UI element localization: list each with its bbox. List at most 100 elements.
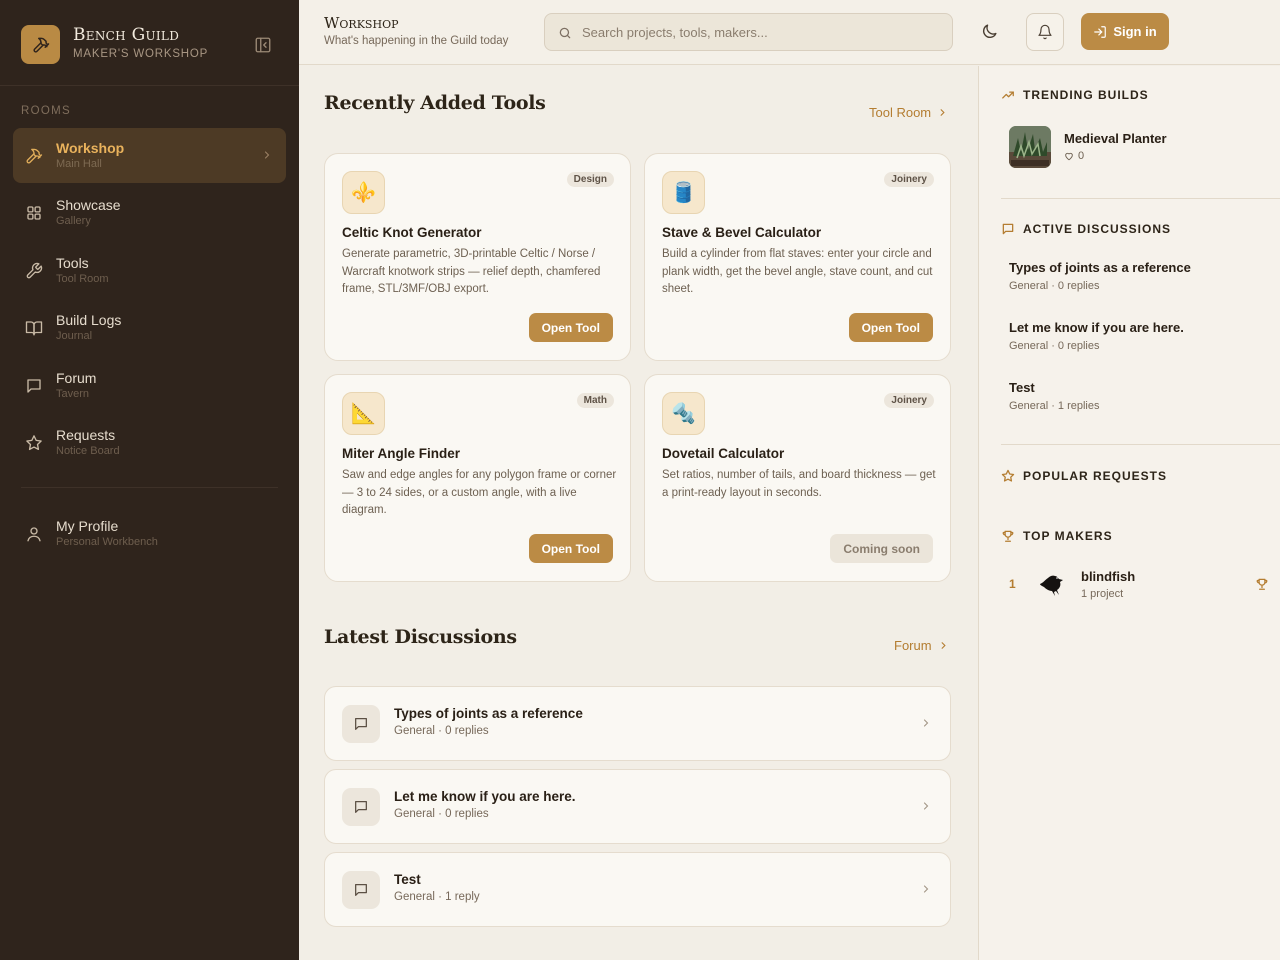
popular-requests-heading: POPULAR REQUESTS [1001, 469, 1167, 483]
sidebar-item-label: My Profile [56, 518, 119, 534]
build-name[interactable]: Medieval Planter [1064, 131, 1167, 146]
maker-avatar[interactable] [1036, 566, 1068, 598]
sidebar-item-build-logs[interactable]: Build Logs Journal [13, 300, 286, 355]
active-discussions-heading: ACTIVE DISCUSSIONS [1001, 222, 1171, 236]
book-icon [25, 319, 43, 337]
discussion-item[interactable]: Let me know if you are here. General · 0… [324, 769, 951, 844]
open-tool-button[interactable]: Open Tool [848, 313, 933, 342]
tool-tag: Design [566, 172, 614, 187]
sidebar-item-forum[interactable]: Forum Tavern [13, 358, 286, 413]
tool-room-link[interactable]: Tool Room [869, 105, 948, 120]
hammer-icon [25, 147, 43, 165]
tool-name: Stave & Bevel Calculator [662, 225, 822, 240]
sidebar-divider [21, 487, 278, 488]
likes-count: 0 [1078, 150, 1085, 162]
rooms-label: ROOMS [21, 105, 71, 117]
tool-tag: Joinery [884, 172, 934, 187]
maker-projects: 1 project [1081, 588, 1124, 600]
chevron-right-icon [920, 883, 932, 895]
open-tool-button[interactable]: Open Tool [528, 313, 613, 342]
chat-icon [1001, 222, 1015, 236]
sidebar-item-sub: Journal [56, 330, 93, 342]
notifications-button[interactable] [1026, 13, 1064, 51]
main-content: Recently Added Tools Tool Room ⚜️ Design… [299, 66, 978, 960]
star-icon [1001, 469, 1015, 483]
tool-description: Build a cylinder from flat staves: enter… [662, 248, 933, 295]
barrel-icon: 🛢️ [662, 171, 705, 214]
search-bar[interactable] [544, 13, 953, 51]
heading-label: ACTIVE DISCUSSIONS [1023, 222, 1172, 236]
sidebar-item-showcase[interactable]: Showcase Gallery [13, 185, 286, 240]
chevron-right-icon [940, 109, 945, 116]
discussion-item[interactable]: Types of joints as a reference General ·… [324, 686, 951, 761]
build-likes: 0 [1064, 150, 1084, 162]
sidebar-item-tools[interactable]: Tools Tool Room [13, 243, 286, 298]
sidebar-item-label: Forum [56, 370, 97, 386]
trophy-icon [1001, 529, 1015, 543]
discussion-meta: General · 0 replies [394, 725, 489, 737]
star-icon [25, 434, 43, 452]
trending-builds-heading: TRENDING BUILDS [1001, 88, 1149, 102]
forum-link-label: Forum [894, 638, 932, 653]
chevron-right-icon [261, 149, 273, 161]
heart-icon [1065, 152, 1073, 161]
discussion-title: Let me know if you are here. [1009, 320, 1184, 335]
brand-name: Bench Guild [73, 25, 180, 45]
right-panel: TRENDING BUILDS Medieval Planter 0 ACTIV… [978, 66, 1280, 960]
tool-name: Celtic Knot Generator [342, 225, 482, 240]
brand-tagline: MAKER'S WORKSHOP [73, 48, 209, 60]
sidebar-item-sub: Notice Board [56, 445, 120, 457]
discussion-title: Types of joints as a reference [394, 706, 583, 721]
chevron-right-icon [920, 717, 932, 729]
sidebar-item-label: Build Logs [56, 312, 122, 328]
tools-section-title: Recently Added Tools [324, 92, 546, 114]
trophy-icon [1255, 577, 1269, 591]
top-makers-heading: TOP MAKERS [1001, 529, 1113, 543]
sidebar-item-sub: Main Hall [56, 158, 102, 170]
coming-soon-button: Coming soon [830, 534, 933, 563]
panel-divider [1001, 444, 1280, 445]
brand-logo[interactable] [21, 25, 60, 64]
tool-description: Generate parametric, 3D-printable Celtic… [342, 248, 601, 295]
tool-description: Saw and edge angles for any polygon fram… [342, 469, 617, 516]
trending-up-icon [1001, 88, 1015, 102]
collapse-sidebar-icon[interactable] [254, 36, 272, 54]
sidebar-item-label: Workshop [56, 140, 125, 156]
sidebar-item-label: Requests [56, 427, 116, 443]
nut-and-bolt-icon: 🔩 [662, 392, 705, 435]
sidebar-item-sub: Tool Room [56, 273, 109, 285]
open-tool-button[interactable]: Open Tool [528, 534, 613, 563]
forum-link[interactable]: Forum [894, 638, 949, 653]
user-icon [25, 525, 43, 543]
active-discussion-item[interactable]: Types of joints as a reference General ·… [1009, 260, 1191, 292]
page-subtitle: What's happening in the Guild today [324, 35, 509, 47]
sidebar-item-my-profile[interactable]: My Profile Personal Workbench [13, 506, 286, 561]
maker-rank: 1 [1009, 577, 1016, 591]
tool-description: Set ratios, number of tails, and board t… [662, 469, 936, 499]
discussion-meta: General · 0 replies [1009, 280, 1100, 292]
sidebar-item-sub: Personal Workbench [56, 536, 158, 548]
panel-divider [1001, 198, 1280, 199]
sidebar-item-label: Tools [56, 255, 89, 271]
sidebar-item-workshop[interactable]: Workshop Main Hall [13, 128, 286, 183]
discussion-title: Test [394, 872, 421, 887]
chat-icon [342, 788, 380, 826]
sidebar: Bench Guild MAKER'S WORKSHOP ROOMS Works… [0, 0, 299, 960]
discussion-title: Test [1009, 380, 1035, 395]
bell-icon [1038, 24, 1052, 40]
discussions-section-title: Latest Discussions [324, 626, 517, 648]
moon-icon[interactable] [980, 22, 999, 41]
wrench-icon [25, 262, 43, 280]
active-discussion-item[interactable]: Let me know if you are here. General · 0… [1009, 320, 1184, 352]
tool-name: Miter Angle Finder [342, 446, 461, 461]
chat-icon [25, 377, 43, 395]
discussion-meta: General · 1 reply [394, 891, 480, 903]
search-input[interactable] [582, 14, 942, 50]
sign-in-button[interactable]: Sign in [1081, 13, 1169, 50]
maker-name[interactable]: blindfish [1081, 569, 1135, 584]
sidebar-item-requests[interactable]: Requests Notice Board [13, 415, 286, 470]
chevron-right-icon [941, 642, 946, 649]
active-discussion-item[interactable]: Test General · 1 replies [1009, 380, 1100, 412]
build-thumbnail[interactable] [1009, 126, 1051, 168]
discussion-item[interactable]: Test General · 1 reply [324, 852, 951, 927]
